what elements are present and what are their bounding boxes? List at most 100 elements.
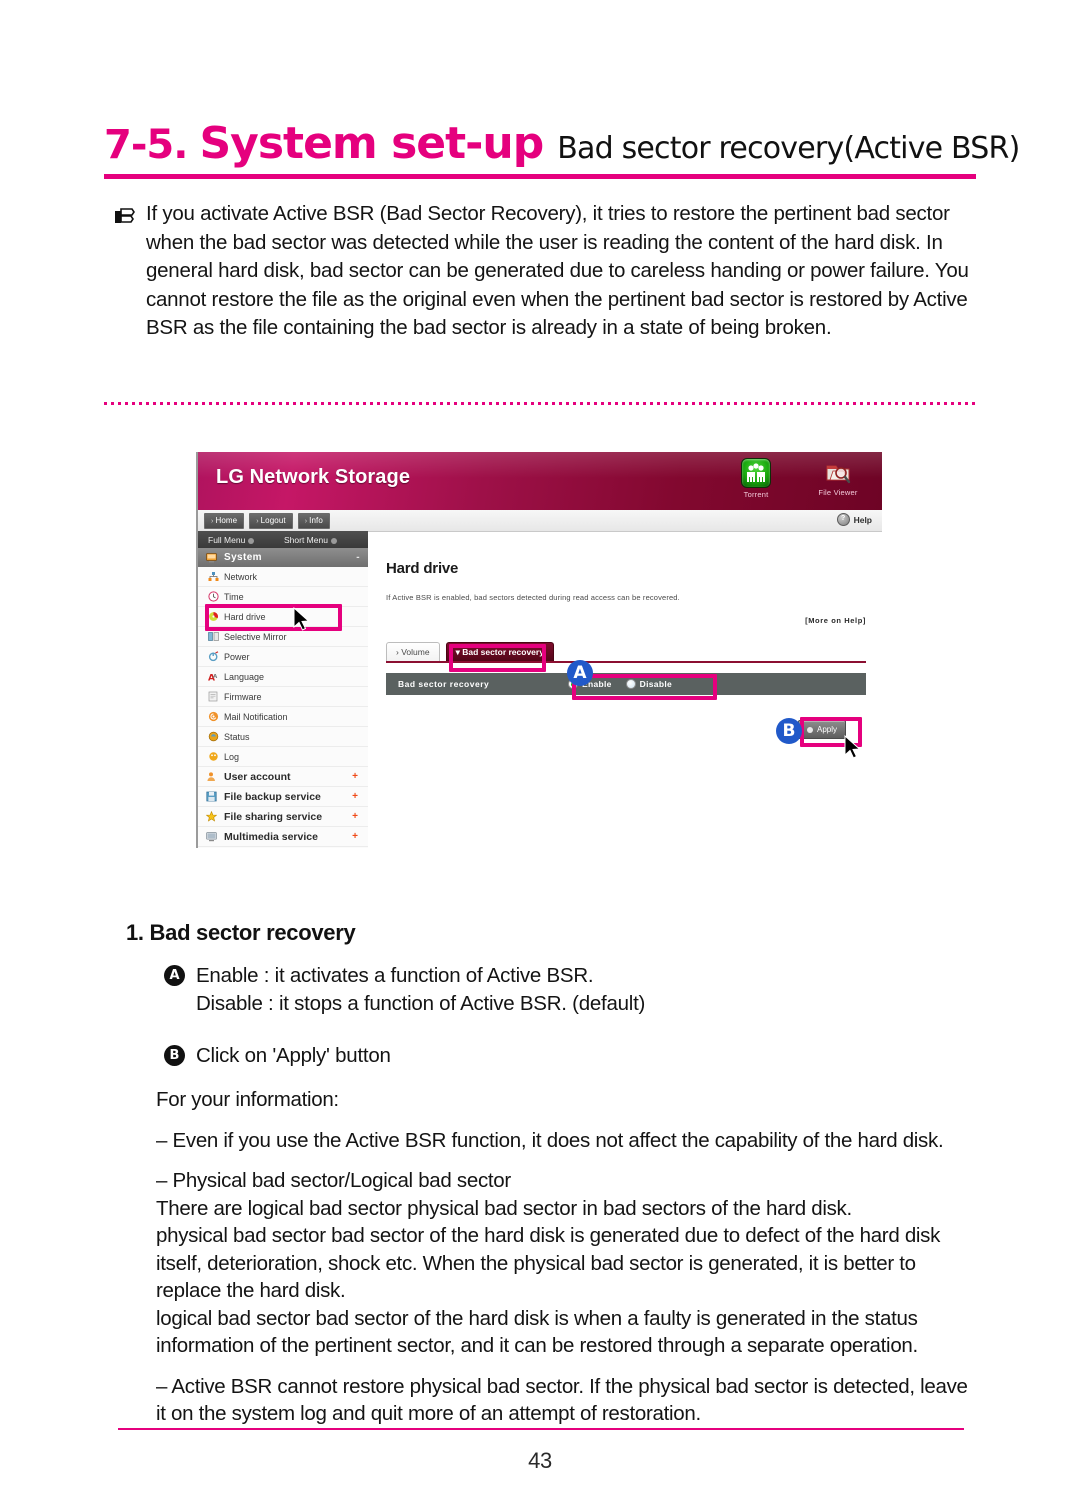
torrent-shortcut[interactable]: Torrent: [728, 458, 784, 499]
sidebar-item-language[interactable]: AA Language: [198, 667, 368, 687]
svg-text:A: A: [213, 674, 218, 680]
info-paragraph-6: – Active BSR cannot restore physical bad…: [156, 1374, 968, 1426]
main-panel: Hard drive If Active BSR is enabled, bad…: [368, 548, 882, 848]
sidebar-item-hard-drive[interactable]: Hard drive: [198, 607, 368, 627]
title-underline: [104, 174, 976, 179]
sidebar-item-label: File backup service: [224, 790, 321, 803]
harddrive-icon: [208, 611, 219, 622]
sidebar-item-power[interactable]: Power: [198, 647, 368, 667]
sidebar-item-label: Hard drive: [224, 611, 266, 622]
info-paragraph-1: – Even if you use the Active BSR functio…: [156, 1128, 944, 1152]
file-viewer-icon: [824, 458, 852, 486]
caret-right-icon: ›: [256, 518, 259, 525]
short-menu-label: Short Menu: [284, 535, 328, 545]
info-paragraph-3: There are logical bad sector physical ba…: [156, 1196, 852, 1220]
badge-b: B: [776, 718, 802, 744]
sidebar-item-label: Multimedia service: [224, 830, 318, 843]
sidebar-group-system[interactable]: System -: [198, 548, 368, 567]
sidebar-item-file-sharing-service[interactable]: File sharing service +: [198, 807, 368, 827]
note-hand-icon: [112, 204, 138, 230]
sidebar-item-log[interactable]: Log: [198, 747, 368, 767]
star-icon: [205, 810, 218, 822]
expand-icon[interactable]: +: [352, 771, 358, 782]
bullet-b-text: Click on 'Apply' button: [196, 1044, 391, 1067]
page-number: 43: [528, 1448, 552, 1473]
info-paragraph-4: physical bad sector bad sector of the ha…: [156, 1224, 941, 1302]
sidebar-item-multimedia-service[interactable]: Multimedia service +: [198, 827, 368, 847]
brand-title: LG Network Storage: [216, 466, 411, 488]
title-number: 7-5.: [104, 122, 188, 168]
sidebar-item-label: Selective Mirror: [224, 631, 287, 642]
bullet-a-text: Enable : it activates a function of Acti…: [196, 962, 645, 1018]
sidebar-item-label: Log: [224, 751, 240, 762]
help-button[interactable]: ? Help: [836, 513, 872, 526]
menu-mode-strip: Full Menu Short Menu: [198, 531, 368, 548]
radio-disable[interactable]: Disable: [625, 679, 673, 689]
expand-icon[interactable]: +: [352, 791, 358, 802]
sidebar-item-label: Mail Notification: [224, 711, 288, 722]
sidebar-item-network[interactable]: Network: [198, 567, 368, 587]
info-heading: For your information:: [156, 1088, 339, 1111]
tab-volume[interactable]: › Volume: [386, 642, 440, 662]
sidebar-item-time[interactable]: Time: [198, 587, 368, 607]
info-paragraph-2: – Physical bad sector/Logical bad sector: [156, 1169, 511, 1192]
sidebar-item-label: Status: [224, 731, 250, 742]
sidebar-item-selective-mirror[interactable]: Selective Mirror: [198, 627, 368, 647]
multimedia-icon: [206, 831, 217, 842]
language-icon: AA: [208, 671, 219, 684]
cursor-pointer-apply: [843, 734, 863, 766]
section-heading: 1. Bad sector recovery: [126, 920, 356, 945]
torrent-label: Torrent: [743, 490, 769, 499]
caret-right-icon: ›: [304, 518, 308, 525]
logout-label: Logout: [260, 516, 286, 525]
info-paragraph-5: logical bad sector bad sector of the har…: [156, 1306, 918, 1358]
logout-button[interactable]: › Logout: [249, 513, 293, 529]
intro-text: If you activate Active BSR (Bad Sector R…: [146, 202, 969, 339]
embedded-screenshot: LG Network Storage Torrent File Viewer ›…: [196, 452, 882, 848]
for-your-information-block: For your information: – Even if you use …: [156, 1086, 976, 1441]
bullet-badge-a: A: [164, 965, 185, 986]
status-icon: [208, 731, 219, 742]
mail-icon: [208, 711, 219, 722]
radio-disable-label: Disable: [639, 679, 673, 689]
bullet-badge-b: B: [164, 1045, 185, 1066]
app-header: LG Network Storage Torrent File Viewer: [198, 452, 882, 510]
full-menu-toggle[interactable]: Full Menu: [208, 535, 255, 545]
info-label: Info: [309, 516, 323, 525]
sidebar-item-firmware[interactable]: Firmware: [198, 687, 368, 707]
home-button[interactable]: › Home: [204, 513, 245, 529]
clock-icon: [208, 591, 219, 602]
help-icon: ?: [836, 513, 850, 526]
bullet-a-line1: Enable : it activates a function of Acti…: [196, 964, 594, 987]
collapse-icon[interactable]: -: [356, 552, 360, 563]
header-app-shortcuts: Torrent File Viewer: [728, 458, 866, 499]
file-viewer-shortcut[interactable]: File Viewer: [810, 458, 866, 499]
sidebar-item-label: Power: [224, 651, 250, 662]
home-label: Home: [215, 516, 238, 525]
sidebar-item-status[interactable]: Status: [198, 727, 368, 747]
panel-tabs: › Volume ▾ Bad sector recovery: [386, 642, 554, 662]
expand-icon[interactable]: +: [352, 811, 358, 822]
tab-bad-sector-recovery[interactable]: ▾ Bad sector recovery: [445, 642, 554, 662]
more-on-help-link[interactable]: [More on Help]: [805, 616, 866, 625]
setting-label: Bad sector recovery: [398, 679, 490, 689]
short-menu-toggle[interactable]: Short Menu: [284, 535, 337, 545]
cursor-pointer-sidebar: [292, 606, 312, 638]
bullet-icon: [806, 726, 813, 733]
network-icon: [208, 571, 219, 582]
expand-icon[interactable]: +: [352, 831, 358, 842]
tab-underline: [386, 661, 866, 663]
log-icon: [208, 751, 219, 762]
full-menu-label: Full Menu: [208, 535, 246, 545]
panel-description: If Active BSR is enabled, bad sectors de…: [386, 593, 680, 602]
app-toolbar: › Home › Logout › Info ? Help: [198, 510, 882, 532]
monitor-icon: [206, 552, 217, 563]
apply-button[interactable]: Apply: [797, 720, 846, 739]
tab-volume-label: Volume: [401, 647, 430, 657]
sidebar-item-mail-notification[interactable]: Mail Notification: [198, 707, 368, 727]
info-button[interactable]: › Info: [297, 513, 330, 529]
sidebar-item-file-backup-service[interactable]: File backup service +: [198, 787, 368, 807]
radio-off-icon: [625, 679, 636, 689]
tab-bad-sector-recovery-label: Bad sector recovery: [462, 647, 544, 657]
sidebar-item-user-account[interactable]: User account +: [198, 767, 368, 787]
